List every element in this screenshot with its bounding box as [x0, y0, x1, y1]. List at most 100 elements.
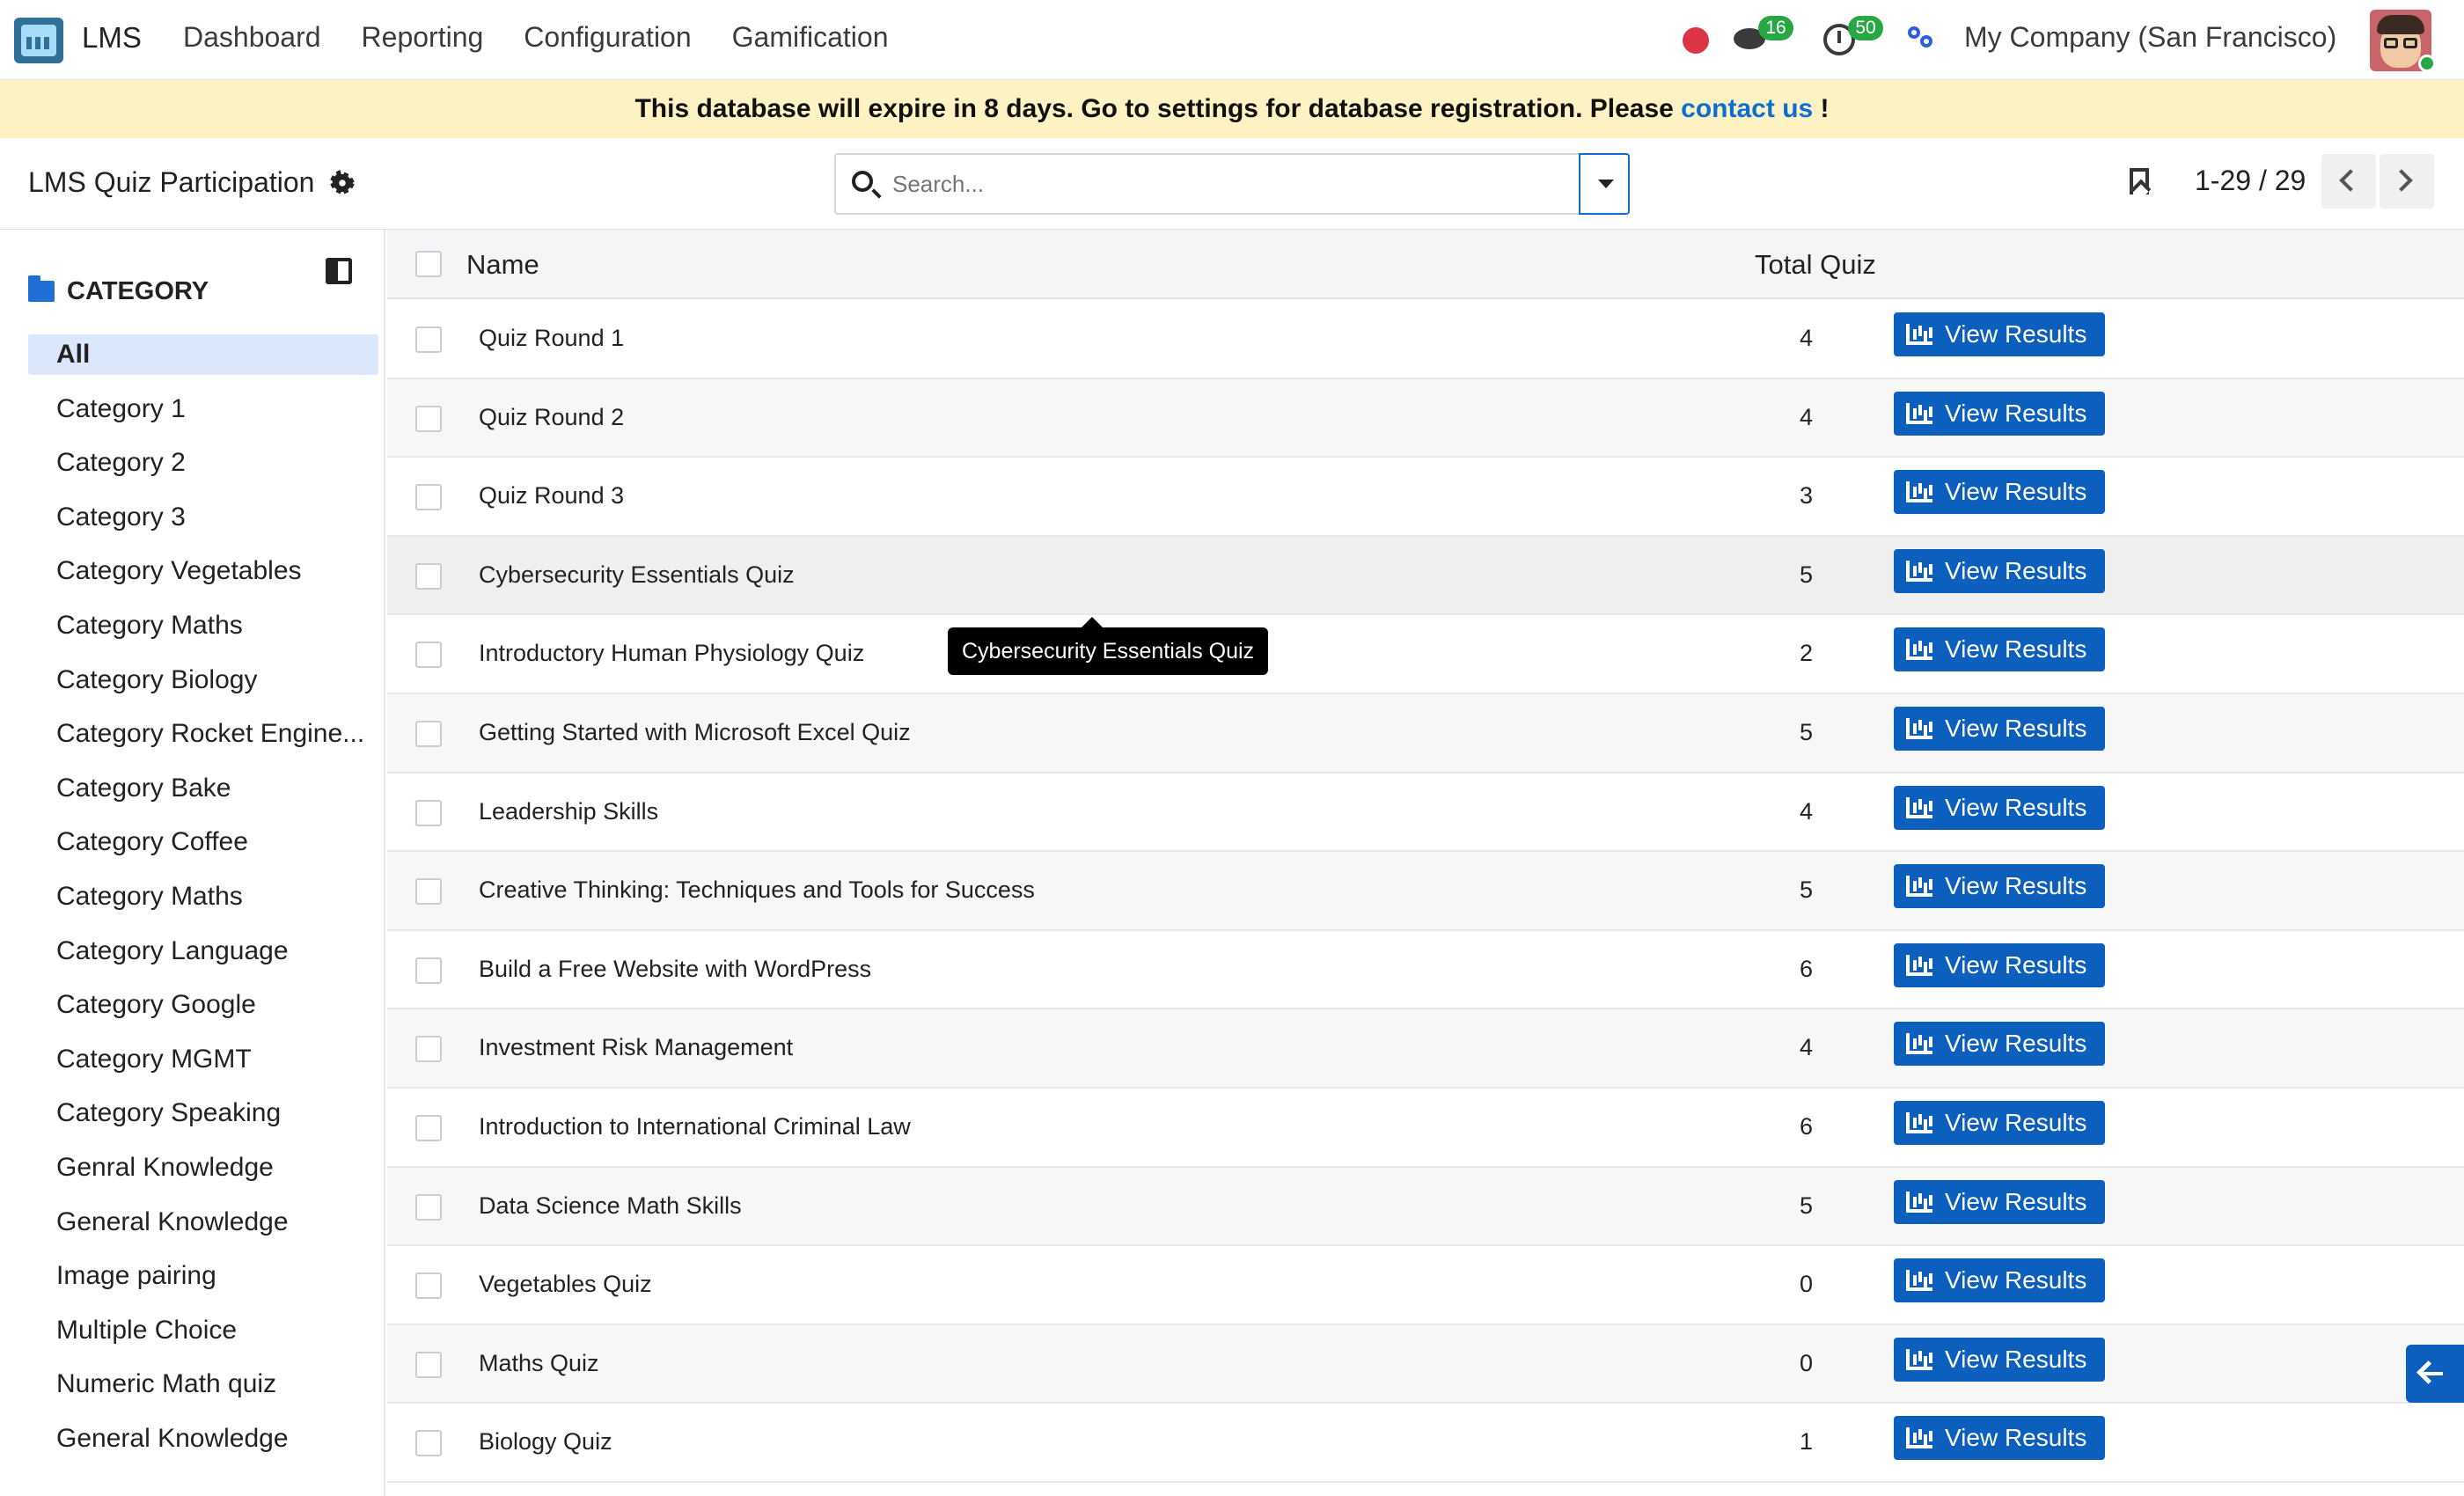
row-checkbox[interactable]	[415, 799, 442, 826]
row-checkbox[interactable]	[415, 1351, 442, 1378]
view-results-button[interactable]: View Results	[1894, 1416, 2105, 1461]
table-row[interactable]: Biology Quiz 1 View Results	[387, 1404, 2464, 1483]
column-header-name[interactable]: Name	[466, 249, 539, 281]
row-checkbox[interactable]	[415, 562, 442, 590]
sidebar-item-category[interactable]: Multiple Choice	[28, 1310, 378, 1351]
control-panel: LMS Quiz Participation 1-29 / 29	[0, 138, 2464, 230]
row-checkbox[interactable]	[415, 484, 442, 511]
view-results-button[interactable]: View Results	[1894, 312, 2105, 356]
row-name: Data Science Math Skills	[479, 1192, 742, 1219]
table-row[interactable]: Maths Quiz 0 View Results	[387, 1324, 2464, 1404]
table-row[interactable]: Quiz Round 2 4 View Results	[387, 378, 2464, 458]
view-results-button[interactable]: View Results	[1894, 391, 2105, 436]
view-results-button[interactable]: View Results	[1894, 942, 2105, 987]
row-checkbox[interactable]	[415, 405, 442, 432]
company-name[interactable]: My Company (San Francisco)	[1964, 21, 2336, 54]
sidebar-item-category[interactable]: Category Vegetables	[28, 551, 378, 591]
sidebar-item-category[interactable]: Category MGMT	[28, 1039, 378, 1080]
bar-chart-icon	[1906, 796, 1932, 818]
sidebar-item-category[interactable]: Numeric Math quiz	[28, 1364, 378, 1404]
pager-next-button[interactable]	[2380, 154, 2434, 209]
back-button[interactable]	[2406, 1345, 2464, 1403]
view-results-button[interactable]: View Results	[1894, 470, 2105, 515]
sidebar-item-category[interactable]: Category Coffee	[28, 822, 378, 862]
row-checkbox[interactable]	[415, 326, 442, 353]
company-switch-icon[interactable]	[1908, 26, 1938, 53]
view-results-button[interactable]: View Results	[1894, 1101, 2105, 1145]
sidebar-item-category[interactable]: Image pairing	[28, 1256, 378, 1296]
sidebar-item-category[interactable]: General Knowledge	[28, 1419, 378, 1459]
row-checkbox[interactable]	[415, 1430, 442, 1457]
sidebar-item-category[interactable]: Category Maths	[28, 876, 378, 917]
search-input[interactable]	[892, 164, 1561, 204]
record-icon[interactable]	[1683, 27, 1709, 54]
view-results-button[interactable]: View Results	[1894, 1258, 2105, 1303]
app-name[interactable]: LMS	[82, 21, 142, 55]
sidebar-item-category[interactable]: General Knowledge	[28, 1202, 378, 1243]
sidebar-collapse-icon[interactable]	[326, 258, 352, 284]
table-row[interactable]: Cybersecurity Essentials Quiz 5 View Resul…	[387, 536, 2464, 616]
column-header-total-quiz[interactable]: Total Quiz	[1755, 249, 1876, 281]
app-icon[interactable]	[14, 18, 63, 63]
banner-suffix: !	[1813, 94, 1830, 123]
table-row[interactable]: Quiz Round 1 4 View Results	[387, 300, 2464, 379]
table-row[interactable]: Getting Started with Microsoft Excel Qui…	[387, 694, 2464, 774]
view-results-button[interactable]: View Results	[1894, 785, 2105, 830]
contact-us-link[interactable]: contact us	[1681, 94, 1813, 123]
table-row[interactable]: Vegetables Quiz 0 View Results	[387, 1246, 2464, 1325]
list-view: Name Total Quiz Quiz Round 1 4 View Result…	[387, 230, 2464, 1496]
row-checkbox[interactable]	[415, 1115, 442, 1141]
pager-previous-button[interactable]	[2321, 154, 2376, 209]
pager-value[interactable]: 1-29 / 29	[2195, 165, 2306, 197]
row-tooltip: Cybersecurity Essentials Quiz	[948, 617, 1269, 675]
bar-chart-icon	[1906, 324, 1932, 345]
sidebar-item-category[interactable]: Category 3	[28, 497, 378, 538]
view-results-button[interactable]: View Results	[1894, 1179, 2105, 1224]
sidebar-item-category[interactable]: Category Bake	[28, 768, 378, 809]
view-results-button[interactable]: View Results	[1894, 627, 2105, 672]
row-total-quiz: 5	[1799, 876, 1813, 904]
view-results-button[interactable]: View Results	[1894, 1337, 2105, 1382]
row-checkbox[interactable]	[415, 1272, 442, 1300]
gear-icon[interactable]	[329, 170, 356, 196]
menu-dashboard[interactable]: Dashboard	[183, 21, 321, 54]
sidebar-item-category[interactable]: All	[28, 334, 378, 375]
view-results-button[interactable]: View Results	[1894, 707, 2105, 751]
search-options-toggle[interactable]	[1579, 153, 1630, 215]
table-row[interactable]: Introductory Human Physiology Quiz 2 View …	[387, 615, 2464, 694]
table-row[interactable]: Investment Risk Management 4 View Results	[387, 1009, 2464, 1089]
view-results-button[interactable]: View Results	[1894, 864, 2105, 909]
category-list: All Category 1 Category 2 Category 3 Categor…	[28, 334, 378, 1472]
row-checkbox[interactable]	[415, 1193, 442, 1221]
sidebar-item-category[interactable]: Category Rocket Engine...	[28, 714, 378, 754]
row-checkbox[interactable]	[415, 642, 442, 669]
table-row[interactable]: Introduction to International Criminal L…	[387, 1089, 2464, 1168]
sidebar-item-category[interactable]: Category Maths	[28, 605, 378, 646]
sidebar-item-category[interactable]: Category Speaking	[28, 1093, 378, 1133]
view-results-label: View Results	[1945, 715, 2087, 742]
table-row[interactable]: Build a Free Website with WordPress 6 View…	[387, 930, 2464, 1010]
view-results-button[interactable]: View Results	[1894, 548, 2105, 593]
sidebar-item-category[interactable]: Category Google	[28, 985, 378, 1025]
table-row[interactable]: Leadership Skills 4 View Results	[387, 773, 2464, 853]
row-checkbox[interactable]	[415, 1036, 442, 1063]
menu-configuration[interactable]: Configuration	[524, 21, 691, 54]
bookmark-icon[interactable]	[2130, 168, 2149, 194]
sidebar-item-category[interactable]: Category Biology	[28, 660, 378, 700]
table-row[interactable]: Data Science Math Skills 5 View Results	[387, 1167, 2464, 1247]
row-checkbox[interactable]	[415, 721, 442, 747]
table-row[interactable]: Quiz Round 3 3 View Results	[387, 458, 2464, 537]
view-results-button[interactable]: View Results	[1894, 1022, 2105, 1067]
sidebar-item-category[interactable]: Category 1	[28, 389, 378, 429]
sidebar-item-category[interactable]: Genral Knowledge	[28, 1148, 378, 1188]
sidebar-item-category[interactable]: Category Language	[28, 931, 378, 972]
row-checkbox[interactable]	[415, 878, 442, 906]
menu-reporting[interactable]: Reporting	[362, 21, 484, 54]
row-total-quiz: 4	[1799, 403, 1813, 430]
row-checkbox[interactable]	[415, 957, 442, 984]
menu-gamification[interactable]: Gamification	[732, 21, 889, 54]
select-all-checkbox[interactable]	[415, 251, 442, 277]
sidebar-item-category[interactable]: Category 2	[28, 443, 378, 483]
view-results-label: View Results	[1945, 556, 2087, 584]
table-row[interactable]: Creative Thinking: Techniques and Tools …	[387, 852, 2464, 931]
